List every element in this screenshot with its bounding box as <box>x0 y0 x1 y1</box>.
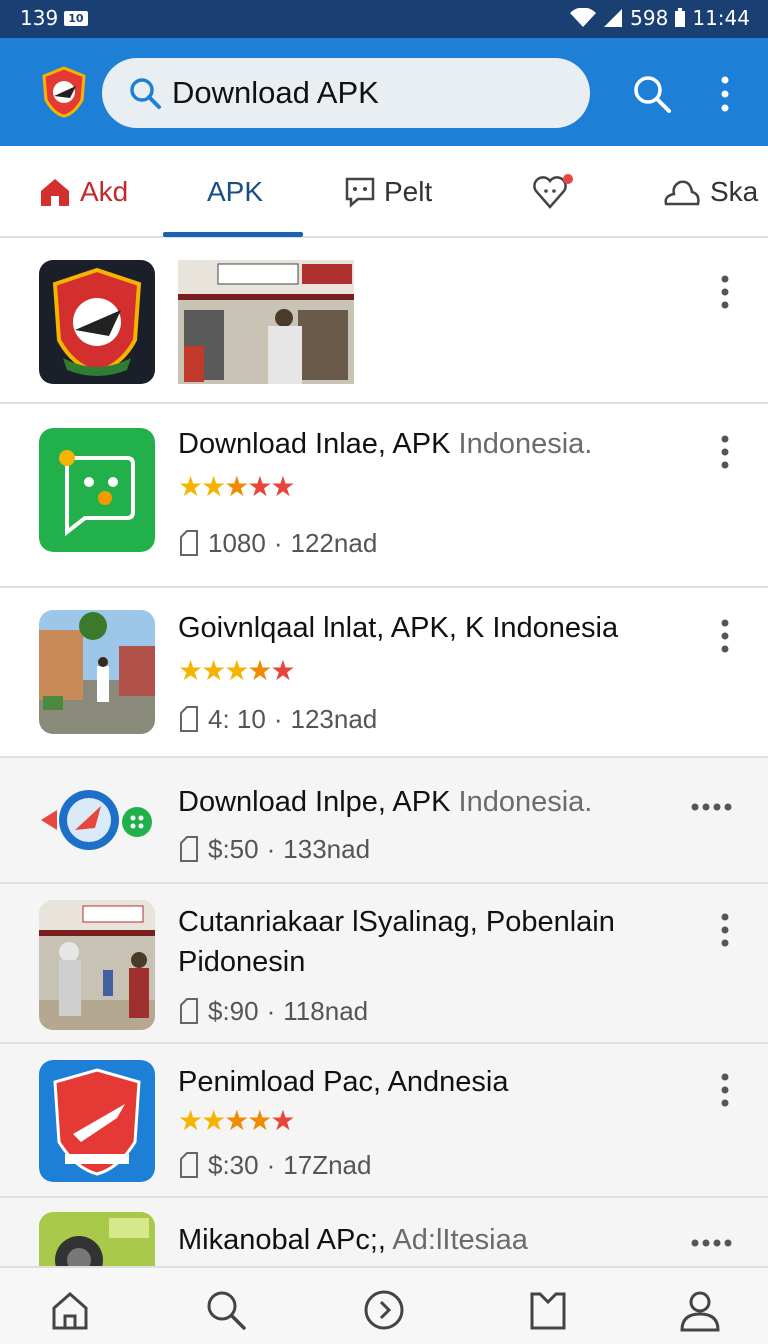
heart-icon <box>533 174 573 209</box>
cloud-icon <box>664 180 700 206</box>
home-icon[interactable] <box>48 1288 92 1332</box>
app-title: Cutanriakaar lSyalinag, Pobenlain Pidone… <box>178 906 615 978</box>
category-tabs: Akd APK Pelt Ska <box>0 146 768 238</box>
app-bar <box>0 38 768 146</box>
search-icon <box>130 78 161 109</box>
app-meta: $:90 · 118nad <box>178 996 368 1026</box>
app-icon <box>39 428 155 552</box>
more-horiz-icon[interactable] <box>690 1236 734 1250</box>
play-circle-icon[interactable] <box>362 1288 406 1332</box>
library-icon[interactable] <box>526 1288 570 1332</box>
list-item[interactable]: Cutanriakaar lSyalinag, Pobenlain Pidone… <box>0 884 768 1044</box>
more-vert-icon[interactable] <box>714 618 736 654</box>
battery-icon <box>675 8 686 27</box>
notification-badge: 10 <box>64 10 88 26</box>
more-vert-icon[interactable] <box>714 1072 736 1108</box>
app-icon <box>39 1212 155 1266</box>
app-title: Goivnlqaal lnlat, APK, K Indonesia <box>178 612 619 644</box>
tag-icon <box>180 706 198 732</box>
list-item[interactable]: Download Inlae, APK Indonesia. ★★★★★ 108… <box>0 404 768 588</box>
app-meta: $:30 · 17Znad <box>178 1150 371 1180</box>
app-icon <box>39 900 155 1030</box>
app-meta: 4: 10 · 123nad <box>178 704 377 734</box>
tab-apk[interactable]: APK <box>207 146 263 238</box>
search-bar[interactable] <box>102 58 590 128</box>
app-title: Mikanobal APc;, Ad:lItesiaa <box>178 1224 528 1256</box>
rating-stars: ★★★★★ <box>178 471 296 502</box>
tab-favorites[interactable] <box>532 146 574 238</box>
app-icon <box>39 610 155 734</box>
status-time-left: 139 <box>20 6 59 30</box>
banner-image <box>178 260 354 384</box>
tag-icon <box>180 998 198 1024</box>
more-vert-icon[interactable] <box>714 274 736 310</box>
tab-ska[interactable]: Ska <box>662 146 758 238</box>
app-icon <box>39 1060 155 1182</box>
chat-icon <box>345 177 375 208</box>
app-logo-icon[interactable] <box>40 66 88 118</box>
search-input[interactable] <box>172 75 562 111</box>
bottom-nav <box>0 1266 768 1344</box>
list-item[interactable]: Mikanobal APc;, Ad:lItesiaa <box>0 1198 768 1266</box>
home-icon <box>41 179 69 206</box>
profile-icon[interactable] <box>678 1288 722 1332</box>
signal-icon <box>604 9 623 27</box>
more-vert-icon[interactable] <box>714 434 736 470</box>
list-item[interactable]: Goivnlqaal lnlat, APK, K Indonesia ★★★★★… <box>0 588 768 758</box>
rating-stars: ★★★★★ <box>178 1105 296 1136</box>
list-item[interactable]: Download Inlpe, APK Indonesia. $:50 · 13… <box>0 758 768 884</box>
tab-label-akd: Akd <box>80 176 129 207</box>
search-button-icon[interactable] <box>632 74 672 114</box>
tag-icon <box>180 530 198 556</box>
tag-icon <box>180 1152 198 1178</box>
app-title: Download Inlae, APK Indonesia. <box>178 428 593 460</box>
status-clock: 11:44 <box>692 6 750 30</box>
tag-icon <box>180 836 198 862</box>
list-item[interactable] <box>0 238 768 404</box>
rating-stars: ★★★★★ <box>178 655 296 686</box>
active-tab-indicator <box>163 232 303 237</box>
tab-akd[interactable]: Akd <box>38 146 128 238</box>
list-item[interactable]: Penimload Pac, Andnesia ★★★★★ $:30 · 17Z… <box>0 1044 768 1198</box>
more-vert-icon[interactable] <box>714 912 736 948</box>
wifi-icon <box>570 8 597 27</box>
battery-percent: 598 <box>630 6 669 30</box>
app-icon <box>41 790 152 850</box>
tab-label-pelt: Pelt <box>384 176 433 207</box>
tab-label-ska: Ska <box>710 176 759 207</box>
tab-pelt[interactable]: Pelt <box>344 146 432 238</box>
app-icon <box>39 260 155 384</box>
app-title: Download Inlpe, APK Indonesia. <box>178 786 593 818</box>
app-meta: 1080 · 122nad <box>178 528 377 558</box>
more-vert-icon[interactable] <box>712 74 738 114</box>
search-icon[interactable] <box>204 1288 248 1332</box>
app-meta: $:50 · 133nad <box>178 834 370 864</box>
app-title: Penimload Pac, Andnesia <box>178 1066 509 1098</box>
more-horiz-icon[interactable] <box>690 800 734 814</box>
tab-label-apk: APK <box>207 176 264 207</box>
status-bar: 139 10 598 11:44 <box>0 0 768 38</box>
